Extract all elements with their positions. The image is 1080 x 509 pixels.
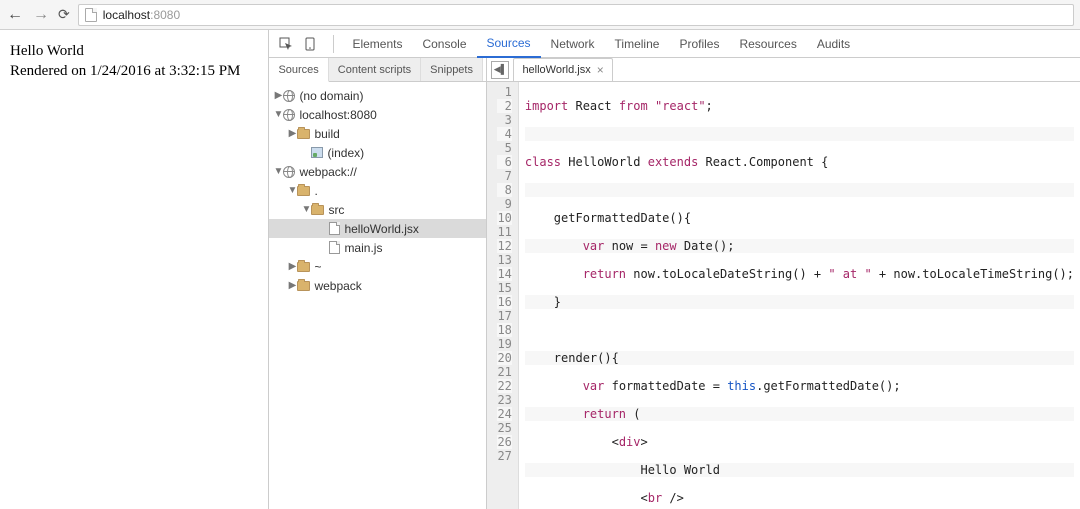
tree-index[interactable]: (index) bbox=[269, 143, 486, 162]
tab-console[interactable]: Console bbox=[412, 30, 476, 57]
tab-audits[interactable]: Audits bbox=[807, 30, 860, 57]
tab-sources[interactable]: Sources bbox=[477, 30, 541, 58]
file-tree: ▶(no domain) ▼localhost:8080 ▶build (ind… bbox=[269, 82, 486, 509]
sources-navigator: Sources Content scripts Snippets ▶(no do… bbox=[269, 58, 487, 509]
close-tab-icon[interactable]: × bbox=[597, 63, 604, 77]
tree-build[interactable]: ▶build bbox=[269, 124, 486, 143]
reload-button[interactable]: ⟳ bbox=[58, 6, 70, 23]
subtab-content-scripts[interactable]: Content scripts bbox=[329, 58, 421, 81]
tree-dot[interactable]: ▼. bbox=[269, 181, 486, 200]
tree-src[interactable]: ▼src bbox=[269, 200, 486, 219]
show-navigator-icon[interactable]: ◀▌ bbox=[491, 61, 509, 79]
globe-icon bbox=[283, 90, 295, 102]
devtools-tabbar: Elements Console Sources Network Timelin… bbox=[269, 30, 1080, 58]
forward-button[interactable]: → bbox=[32, 6, 50, 24]
file-tab-helloworld[interactable]: helloWorld.jsx × bbox=[513, 58, 612, 81]
device-icon[interactable] bbox=[301, 35, 319, 53]
folder-icon bbox=[297, 129, 310, 139]
tab-timeline[interactable]: Timeline bbox=[605, 30, 670, 57]
folder-icon bbox=[297, 186, 310, 196]
tree-no-domain[interactable]: ▶(no domain) bbox=[269, 86, 486, 105]
globe-icon bbox=[283, 166, 295, 178]
folder-icon bbox=[297, 262, 310, 272]
tree-helloworld[interactable]: helloWorld.jsx bbox=[269, 219, 486, 238]
globe-icon bbox=[283, 109, 295, 121]
page-icon bbox=[85, 8, 97, 22]
code-editor[interactable]: 1234567891011121314151617181920212223242… bbox=[487, 82, 1080, 509]
subtab-sources[interactable]: Sources bbox=[269, 58, 328, 82]
editor-pane: ◀▌ helloWorld.jsx × 12345678910111213141… bbox=[487, 58, 1080, 509]
document-icon bbox=[311, 147, 323, 158]
inspect-icon[interactable] bbox=[277, 35, 295, 53]
separator bbox=[333, 35, 334, 53]
back-button[interactable]: ← bbox=[6, 6, 24, 24]
tree-main[interactable]: main.js bbox=[269, 238, 486, 257]
tree-tilde[interactable]: ▶~ bbox=[269, 257, 486, 276]
folder-icon bbox=[311, 205, 324, 215]
line-gutter: 1234567891011121314151617181920212223242… bbox=[487, 82, 518, 509]
folder-icon bbox=[297, 281, 310, 291]
page-text-line1: Hello World bbox=[10, 42, 258, 62]
subtab-snippets[interactable]: Snippets bbox=[421, 58, 483, 81]
tree-localhost[interactable]: ▼localhost:8080 bbox=[269, 105, 486, 124]
file-tab-label: helloWorld.jsx bbox=[522, 64, 590, 76]
page-text-line2: Rendered on 1/24/2016 at 3:32:15 PM bbox=[10, 62, 258, 82]
code-content[interactable]: import React from "react"; class HelloWo… bbox=[519, 82, 1080, 509]
tab-profiles[interactable]: Profiles bbox=[669, 30, 729, 57]
navigator-tabs: Sources Content scripts Snippets bbox=[269, 58, 486, 82]
file-icon bbox=[329, 222, 340, 235]
address-bar[interactable]: localhost:8080 bbox=[78, 4, 1074, 26]
browser-toolbar: ← → ⟳ localhost:8080 bbox=[0, 0, 1080, 30]
url-host: localhost:8080 bbox=[103, 8, 180, 22]
tab-network[interactable]: Network bbox=[541, 30, 605, 57]
tab-elements[interactable]: Elements bbox=[342, 30, 412, 57]
tab-resources[interactable]: Resources bbox=[729, 30, 806, 57]
rendered-page: Hello World Rendered on 1/24/2016 at 3:3… bbox=[0, 30, 268, 509]
editor-tabbar: ◀▌ helloWorld.jsx × bbox=[487, 58, 1080, 82]
tree-webpack-folder[interactable]: ▶webpack bbox=[269, 276, 486, 295]
tree-webpack-scheme[interactable]: ▼webpack:// bbox=[269, 162, 486, 181]
file-icon bbox=[329, 241, 340, 254]
devtools-panel: Elements Console Sources Network Timelin… bbox=[268, 30, 1080, 509]
